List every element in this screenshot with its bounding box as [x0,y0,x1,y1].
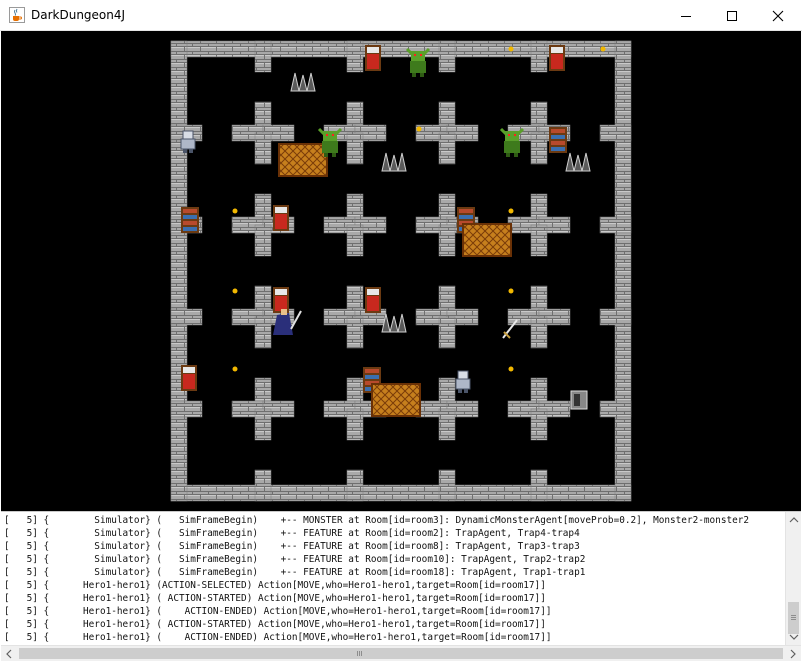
dungeon-wall [254,408,272,441]
log-line: [ 5] { Hero1-hero1} (ACTION-SELECTED) Ac… [4,580,546,591]
knight-armor [180,130,196,153]
torch [508,366,514,372]
torch [416,126,422,132]
dungeon-wall [170,400,203,418]
torch [232,208,238,214]
torch [508,288,514,294]
torch [508,46,514,52]
dungeon-wall [530,469,548,502]
dungeon-wall [254,469,272,502]
dungeon-wall [170,484,632,502]
stairs [570,390,588,410]
java-cup-icon [9,7,25,23]
window-titlebar[interactable]: DarkDungeon4J [0,0,802,31]
dungeon-wall [346,408,364,441]
maximize-icon [727,11,737,21]
log-line: [ 5] { Hero1-hero1} ( ACTION-ENDED) Acti… [4,632,552,643]
close-icon [772,10,784,22]
dungeon-wall [254,316,272,349]
dungeon-wall [346,132,364,165]
dungeon-wall [346,469,364,502]
knight-armor [455,370,471,393]
dungeon-wall [530,224,548,257]
bed [273,205,289,231]
dungeon-wall [599,400,632,418]
log-line: [ 5] { Hero1-hero1} ( ACTION-ENDED) Acti… [4,606,552,617]
spike-trap [381,313,407,333]
dungeon-wall [438,132,456,165]
dungeon-wall [599,308,632,326]
window-title: DarkDungeon4J [31,8,126,22]
carpet [371,383,421,417]
scroll-left-icon[interactable] [1,646,17,662]
goblin-monster [317,127,343,157]
bookshelf [181,207,199,233]
minimize-icon [681,16,691,17]
dungeon-wall [254,40,272,73]
bed [365,45,381,71]
log-line: [ 5] { Hero1-hero1} ( ACTION-STARTED) Ac… [4,593,546,604]
dungeon-wall [530,40,548,73]
dungeon-wall [530,408,548,441]
dungeon-wall [438,40,456,73]
log-panel[interactable]: [ 5] { Simulator} ( SimFrameBegin) +-- M… [1,511,801,661]
log-line: [ 5] { Hero1-hero1} ( ACTION-STARTED) Ac… [4,619,546,630]
close-button[interactable] [755,0,801,31]
log-line: [ 5] { Simulator} ( SimFrameBegin) +-- F… [4,567,586,578]
dungeon-wall [254,132,272,165]
scroll-down-icon[interactable] [786,629,802,645]
maximize-button[interactable] [709,0,755,31]
dungeon-wall [170,308,203,326]
bookshelf [549,127,567,153]
bed [549,45,565,71]
dungeon-wall [614,40,632,502]
log-horizontal-scrollbar[interactable] [1,645,801,661]
dungeon-wall [170,40,188,502]
game-canvas[interactable] [1,31,801,511]
bed [181,365,197,391]
log-line: [ 5] { Simulator} ( SimFrameBegin) +-- F… [4,528,580,539]
log-line: [ 5] { Simulator} ( SimFrameBegin) +-- F… [4,541,580,552]
torch [232,288,238,294]
log-text[interactable]: [ 5] { Simulator} ( SimFrameBegin) +-- M… [1,514,785,646]
carpet [462,223,512,257]
log-line: [ 5] { Simulator} ( SimFrameBegin) +-- M… [4,515,750,526]
dungeon-wall [346,40,364,73]
dungeon-wall [530,316,548,349]
dungeon-wall [438,316,456,349]
scroll-thumb-horizontal[interactable] [19,648,783,659]
dungeon-wall [438,408,456,441]
spike-trap [565,152,591,172]
dungeon-wall [254,224,272,257]
scroll-up-icon[interactable] [786,512,802,528]
spike-trap [381,152,407,172]
minimize-button[interactable] [663,0,709,31]
spike-trap [290,72,316,92]
log-vertical-scrollbar[interactable] [785,512,801,645]
dungeon-wall [599,216,632,234]
dungeon-wall [346,224,364,257]
log-line: [ 5] { Simulator} ( SimFrameBegin) +-- F… [4,554,586,565]
dungeon-wall [438,224,456,257]
dungeon-wall [438,469,456,502]
goblin-monster [499,127,525,157]
dungeon-wall [530,132,548,165]
dungeon-wall [599,124,632,142]
torch [600,46,606,52]
dungeon-wall [346,316,364,349]
goblin-monster [405,47,431,77]
scroll-right-icon[interactable] [785,646,801,662]
torch [232,366,238,372]
carpet [278,143,328,177]
torch [508,208,514,214]
dungeon-map [170,40,632,502]
bed [365,287,381,313]
